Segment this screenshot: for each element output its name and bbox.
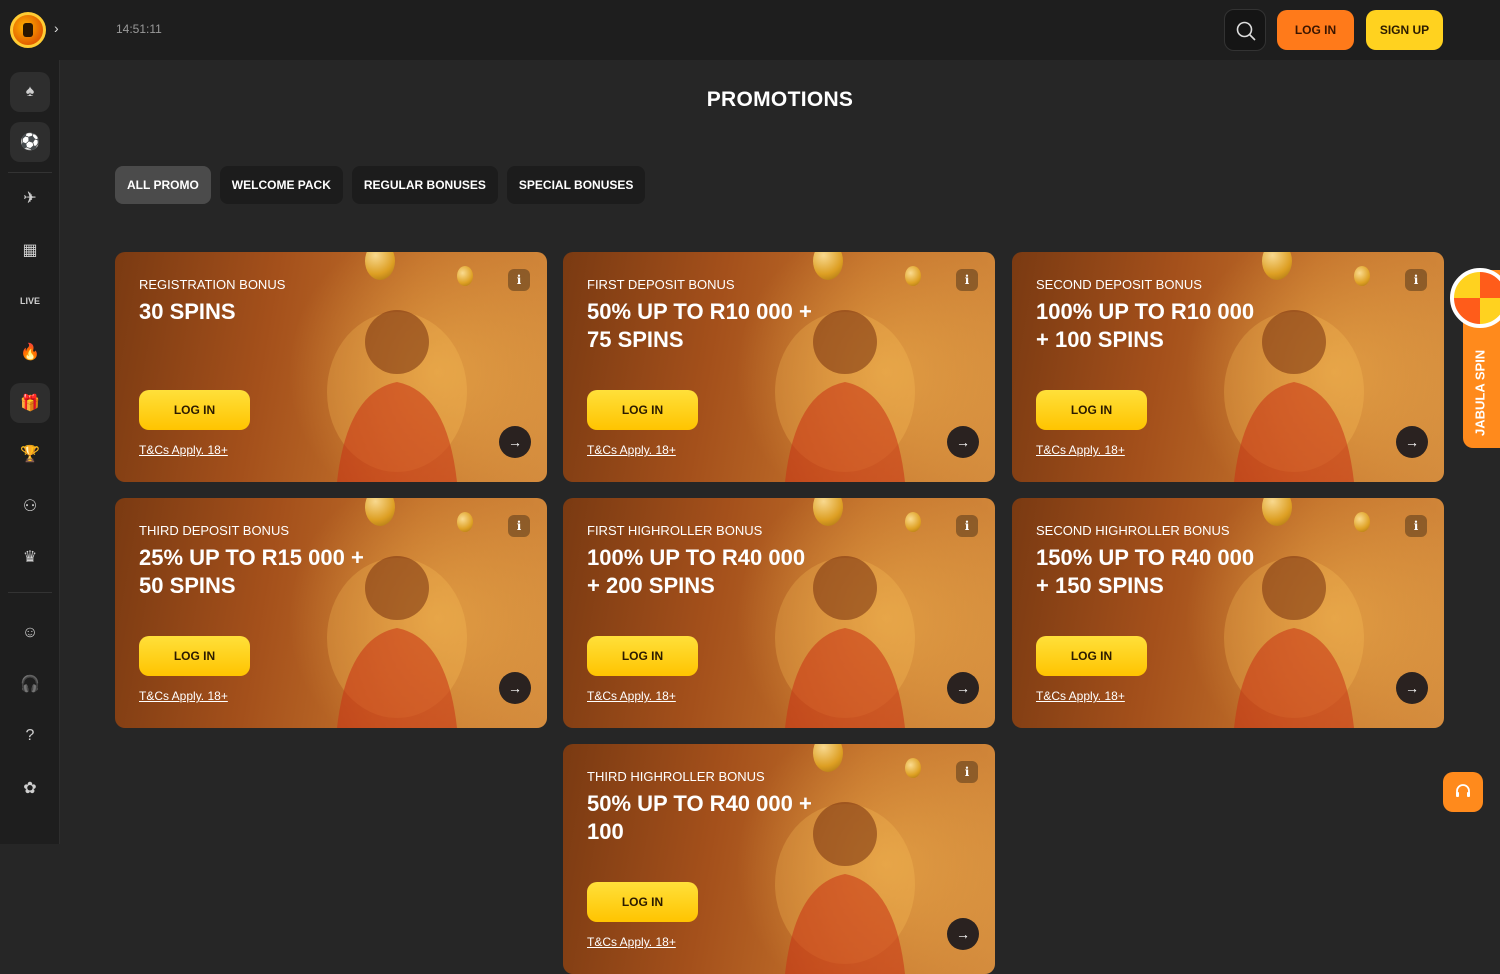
arrow-right-icon[interactable]: → bbox=[947, 426, 979, 458]
promo-headline: 50% UP TO R10 000 + 75 SPINS bbox=[587, 299, 812, 352]
promo-tabs: ALL PROMO WELCOME PACK REGULAR BONUSES S… bbox=[115, 166, 646, 204]
terms-link[interactable]: T&Cs Apply. 18+ bbox=[1036, 443, 1125, 457]
info-icon[interactable]: i bbox=[956, 761, 978, 783]
tab-regular-bonuses[interactable]: REGULAR BONUSES bbox=[351, 166, 498, 204]
promo-card[interactable]: SECOND HIGHROLLER BONUS 150% UP TO R40 0… bbox=[1012, 498, 1444, 728]
arrow-right-icon[interactable]: → bbox=[1396, 672, 1428, 704]
promo-headline: 50% UP TO R40 000 + 100 bbox=[587, 791, 812, 844]
arrow-right-icon[interactable]: → bbox=[1396, 426, 1428, 458]
spade-icon[interactable]: ♠ bbox=[10, 72, 50, 112]
search-icon bbox=[1236, 21, 1256, 41]
terms-link[interactable]: T&Cs Apply. 18+ bbox=[1036, 689, 1125, 703]
paw-icon[interactable]: ✿ bbox=[10, 768, 50, 808]
terms-link[interactable]: T&Cs Apply. 18+ bbox=[587, 689, 676, 703]
site-logo[interactable] bbox=[10, 12, 46, 48]
promo-category: FIRST DEPOSIT BONUS bbox=[587, 277, 735, 292]
sports-ball-icon[interactable]: ⚽ bbox=[10, 122, 50, 162]
terms-link[interactable]: T&Cs Apply. 18+ bbox=[139, 689, 228, 703]
arrow-right-icon[interactable]: → bbox=[499, 426, 531, 458]
promo-category: SECOND DEPOSIT BONUS bbox=[1036, 277, 1202, 292]
info-icon[interactable]: i bbox=[1405, 269, 1427, 291]
promo-login-button[interactable]: LOG IN bbox=[1036, 390, 1147, 430]
arrow-right-icon[interactable]: → bbox=[947, 918, 979, 950]
arrow-right-icon[interactable]: → bbox=[947, 672, 979, 704]
aviator-plane-icon[interactable]: ✈ bbox=[10, 178, 50, 218]
info-icon[interactable]: i bbox=[508, 269, 530, 291]
promo-category: THIRD DEPOSIT BONUS bbox=[139, 523, 290, 538]
support-chat-button[interactable] bbox=[1443, 772, 1483, 812]
promo-headline: 150% UP TO R40 000 + 150 SPINS bbox=[1036, 545, 1255, 598]
promo-card[interactable]: SECOND DEPOSIT BONUS 100% UP TO R10 000 … bbox=[1012, 252, 1444, 482]
fire-icon[interactable]: 🔥 bbox=[10, 332, 50, 372]
promo-category: SECOND HIGHROLLER BONUS bbox=[1036, 523, 1230, 538]
tab-all-promo[interactable]: ALL PROMO bbox=[115, 166, 211, 204]
promo-login-button[interactable]: LOG IN bbox=[587, 636, 698, 676]
promo-login-button[interactable]: LOG IN bbox=[139, 636, 250, 676]
terms-link[interactable]: T&Cs Apply. 18+ bbox=[587, 935, 676, 949]
promo-card[interactable]: THIRD DEPOSIT BONUS 25% UP TO R15 000 + … bbox=[115, 498, 547, 728]
arrow-right-icon[interactable]: → bbox=[499, 672, 531, 704]
promo-headline: 30 SPINS bbox=[139, 299, 236, 324]
promo-login-button[interactable]: LOG IN bbox=[587, 390, 698, 430]
info-icon[interactable]: i bbox=[956, 269, 978, 291]
info-icon[interactable]: i bbox=[508, 515, 530, 537]
promo-card[interactable]: FIRST HIGHROLLER BONUS 100% UP TO R40 00… bbox=[563, 498, 995, 728]
jabula-spin-label[interactable]: JABULA SPIN bbox=[1466, 345, 1494, 441]
help-icon[interactable]: ? bbox=[10, 716, 50, 756]
live-casino-icon[interactable]: LIVE bbox=[10, 281, 50, 321]
crown-icon[interactable]: ♛ bbox=[10, 537, 50, 577]
promo-category: REGISTRATION BONUS bbox=[139, 277, 286, 292]
promo-card[interactable]: REGISTRATION BONUS 30 SPINS LOG IN T&Cs … bbox=[115, 252, 547, 482]
terms-link[interactable]: T&Cs Apply. 18+ bbox=[587, 443, 676, 457]
promo-card[interactable]: THIRD HIGHROLLER BONUS 50% UP TO R40 000… bbox=[563, 744, 995, 974]
promo-card[interactable]: FIRST DEPOSIT BONUS 50% UP TO R10 000 + … bbox=[563, 252, 995, 482]
clock: 14:51:11 bbox=[116, 22, 162, 36]
tab-special-bonuses[interactable]: SPECIAL BONUSES bbox=[506, 166, 646, 204]
page-title: PROMOTIONS bbox=[706, 88, 854, 111]
hands-icon[interactable]: ☺ bbox=[10, 613, 50, 653]
promo-login-button[interactable]: LOG IN bbox=[139, 390, 250, 430]
promo-category: THIRD HIGHROLLER BONUS bbox=[587, 769, 765, 784]
login-button[interactable]: LOG IN bbox=[1277, 10, 1354, 50]
signup-button[interactable]: SIGN UP bbox=[1366, 10, 1443, 50]
top-bar: › 14:51:11 LOG IN SIGN UP bbox=[0, 0, 1500, 60]
tab-welcome-pack[interactable]: WELCOME PACK bbox=[219, 166, 343, 204]
chevron-right-icon[interactable]: › bbox=[54, 20, 59, 36]
promo-headline: 25% UP TO R15 000 + 50 SPINS bbox=[139, 545, 364, 598]
wheel-icon[interactable] bbox=[1450, 268, 1500, 328]
info-icon[interactable]: i bbox=[956, 515, 978, 537]
promo-login-button[interactable]: LOG IN bbox=[1036, 636, 1147, 676]
trophy-icon[interactable]: 🏆 bbox=[10, 434, 50, 474]
promo-login-button[interactable]: LOG IN bbox=[587, 882, 698, 922]
slots-icon[interactable]: ▦ bbox=[10, 230, 50, 270]
sidebar: ♠ ⚽ ✈ ▦ LIVE 🔥 🎁 🏆 ⚇ ♛ ☺ 🎧 ? ✿ bbox=[0, 60, 60, 844]
promo-category: FIRST HIGHROLLER BONUS bbox=[587, 523, 763, 538]
promotions-gift-icon[interactable]: 🎁 bbox=[10, 383, 50, 423]
headset-icon bbox=[1456, 784, 1470, 797]
promo-headline: 100% UP TO R40 000 + 200 SPINS bbox=[587, 545, 806, 598]
promo-headline: 100% UP TO R10 000 + 100 SPINS bbox=[1036, 299, 1255, 352]
info-icon[interactable]: i bbox=[1405, 515, 1427, 537]
terms-link[interactable]: T&Cs Apply. 18+ bbox=[139, 443, 228, 457]
headset-icon[interactable]: 🎧 bbox=[10, 664, 50, 704]
lottery-balls-icon[interactable]: ⚇ bbox=[10, 486, 50, 526]
search-button[interactable] bbox=[1224, 9, 1266, 51]
